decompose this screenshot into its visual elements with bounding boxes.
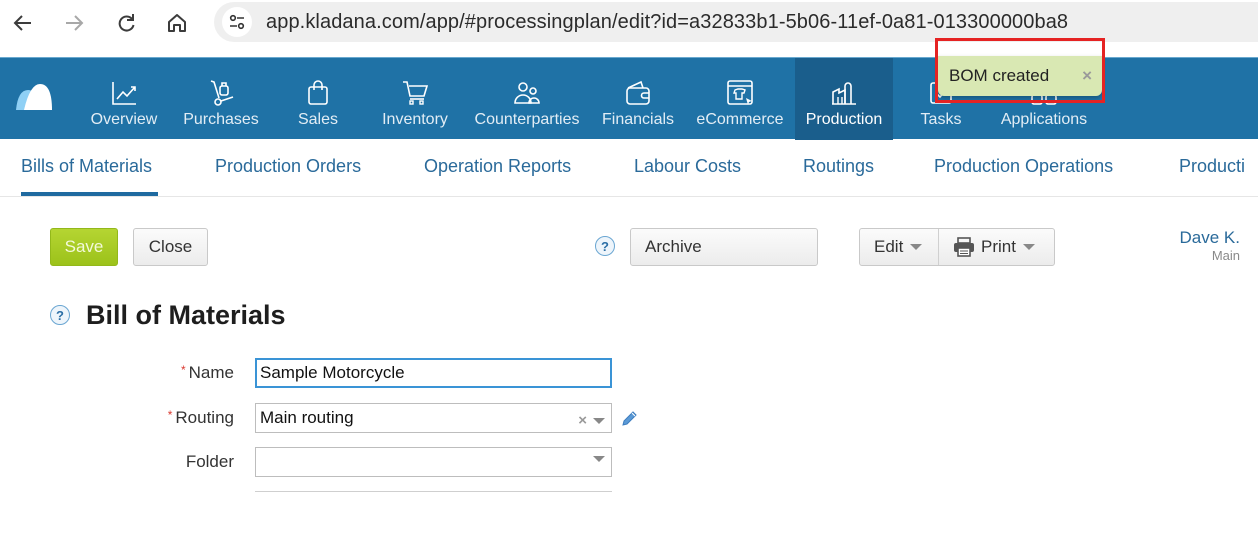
- print-dropdown-button[interactable]: Print: [939, 229, 1054, 265]
- nav-overview[interactable]: Overview: [86, 58, 162, 140]
- active-tab-indicator: [21, 192, 158, 196]
- save-button[interactable]: Save: [50, 228, 118, 266]
- nav-counterparties[interactable]: Counterparties: [472, 58, 582, 140]
- arrow-right-icon: [66, 15, 84, 31]
- nav-purchases[interactable]: Purchases: [178, 58, 264, 140]
- close-icon[interactable]: ×: [1082, 66, 1092, 86]
- arrow-left-icon: [13, 15, 31, 31]
- pencil-icon[interactable]: [620, 408, 640, 428]
- hand-truck-icon: [210, 80, 234, 106]
- edit-print-group: Edit Print: [859, 228, 1055, 266]
- tab-labour-costs[interactable]: Labour Costs: [634, 156, 741, 177]
- reload-icon: [118, 14, 135, 32]
- wallet-icon: [626, 80, 650, 105]
- tab-routings[interactable]: Routings: [803, 156, 874, 177]
- tune-icon: [229, 14, 245, 30]
- tab-production-operations[interactable]: Production Operations: [934, 156, 1113, 177]
- name-input-value: Sample Motorcycle: [260, 363, 405, 382]
- routing-label: * Routing: [167, 408, 234, 427]
- edit-label: Edit: [874, 237, 904, 256]
- reload-button[interactable]: [109, 6, 143, 40]
- people-icon: [514, 82, 540, 104]
- toast-message: BOM created: [949, 66, 1050, 85]
- user-menu[interactable]: Dave K.: [1180, 228, 1240, 248]
- folder-select[interactable]: [255, 447, 612, 477]
- chevron-down-icon: [910, 244, 923, 250]
- chevron-down-icon[interactable]: [593, 417, 605, 424]
- tab-bills-of-materials[interactable]: Bills of Materials: [21, 156, 152, 177]
- printer-icon: [954, 237, 974, 257]
- home-button[interactable]: [160, 6, 194, 40]
- cart-icon: [403, 81, 429, 105]
- back-button[interactable]: [6, 6, 40, 40]
- nav-ecommerce[interactable]: eCommerce: [694, 58, 786, 140]
- home-icon: [168, 14, 186, 32]
- chart-line-icon: [112, 82, 136, 105]
- toast-notification: BOM created ×: [938, 56, 1102, 96]
- shopping-bag-icon: [308, 80, 328, 105]
- routing-select[interactable]: Main routing ×: [255, 403, 612, 433]
- folder-label: Folder: [185, 452, 234, 471]
- nav-sales[interactable]: Sales: [290, 58, 346, 140]
- forward-button[interactable]: [57, 6, 91, 40]
- chevron-down-icon[interactable]: [593, 456, 605, 462]
- close-button[interactable]: Close: [133, 228, 208, 266]
- page-title: Bill of Materials: [86, 300, 286, 330]
- storefront-icon: [727, 80, 753, 105]
- url-text[interactable]: app.kladana.com/app/#processingplan/edit…: [266, 11, 1068, 34]
- clear-icon[interactable]: ×: [578, 412, 587, 429]
- production-subtabs: Bills of Materials Production Orders Ope…: [0, 140, 1258, 197]
- help-icon[interactable]: ?: [50, 305, 70, 325]
- routing-select-value: Main routing: [260, 408, 354, 427]
- archive-button[interactable]: Archive: [630, 228, 818, 266]
- browser-toolbar: app.kladana.com/app/#processingplan/edit…: [0, 0, 1258, 56]
- site-info-button[interactable]: [222, 7, 252, 37]
- nav-production[interactable]: Production: [795, 58, 893, 140]
- name-input[interactable]: Sample Motorcycle: [255, 358, 612, 388]
- kladana-logo[interactable]: [14, 82, 54, 114]
- nav-inventory[interactable]: Inventory: [378, 58, 452, 140]
- tab-production-truncated[interactable]: Producti: [1179, 156, 1245, 177]
- user-organization: Main: [1211, 248, 1240, 263]
- help-icon[interactable]: ?: [595, 236, 615, 256]
- factory-icon: [832, 82, 856, 105]
- form-divider: [255, 491, 612, 492]
- edit-dropdown-button[interactable]: Edit: [860, 229, 939, 265]
- address-bar[interactable]: app.kladana.com/app/#processingplan/edit…: [214, 2, 1258, 42]
- nav-financials[interactable]: Financials: [598, 58, 678, 140]
- required-mark: *: [167, 408, 173, 422]
- name-label: * Name: [180, 363, 234, 382]
- chevron-down-icon: [1022, 244, 1035, 250]
- print-label: Print: [981, 237, 1016, 256]
- tab-operation-reports[interactable]: Operation Reports: [424, 156, 571, 177]
- required-mark: *: [180, 363, 186, 377]
- tab-production-orders[interactable]: Production Orders: [215, 156, 361, 177]
